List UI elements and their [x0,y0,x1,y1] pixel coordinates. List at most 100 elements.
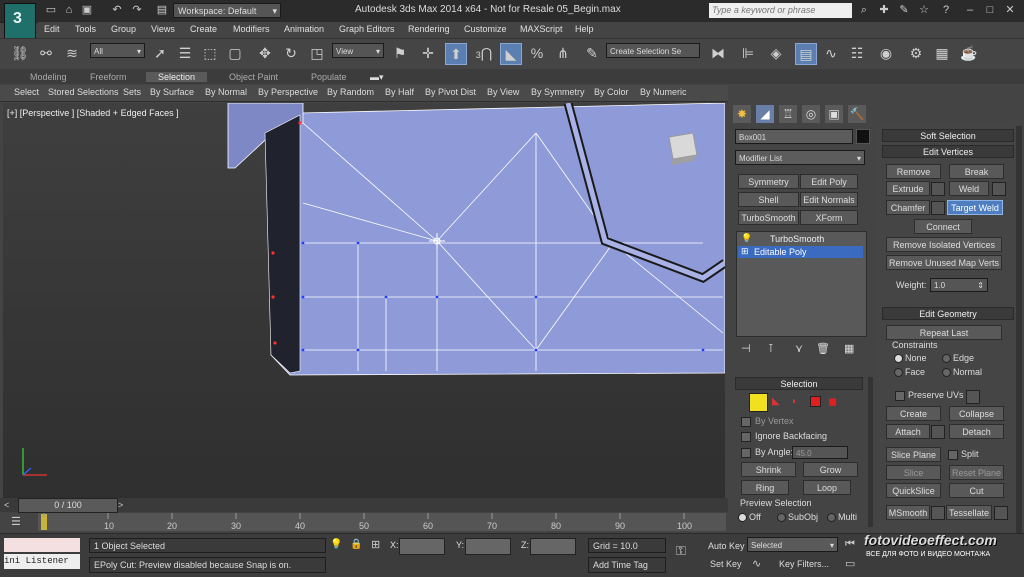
render-setup-icon[interactable]: ⚙ [906,43,926,63]
auto-key-button[interactable]: Auto Key [708,541,745,551]
create-tab-icon[interactable]: ✸ [733,105,751,123]
object-name-field[interactable]: Box001 [735,129,853,144]
edit-normals-modifier-button[interactable]: Edit Normals [800,192,858,207]
modify-tab-icon[interactable]: ◢ [756,105,774,123]
expand-icon[interactable]: ⊞ [741,246,749,257]
preview-off-radio[interactable] [738,513,747,522]
ribbon-by-normal[interactable]: By Normal [205,87,247,97]
menu-customize[interactable]: Customize [464,24,507,34]
maximize-icon[interactable]: □ [983,3,997,17]
constraint-normal-radio[interactable] [942,368,951,377]
symmetry-modifier-button[interactable]: Symmetry [738,174,799,189]
viewcube-icon[interactable] [668,132,698,165]
key-filters-button[interactable]: Key Filters... [779,559,829,569]
remove-isolated-vertices-button[interactable]: Remove Isolated Vertices [886,237,1002,252]
save-file-icon[interactable]: ▣ [80,3,94,17]
element-mode-icon[interactable]: ◼ [828,395,837,408]
ribbon-by-pivot-dist[interactable]: By Pivot Dist [425,87,476,97]
communication-center-icon[interactable]: ✎ [897,3,911,17]
time-slider-next-icon[interactable]: > [118,500,123,510]
menu-rendering[interactable]: Rendering [408,24,450,34]
slice-button[interactable]: Slice [886,465,941,480]
remove-unused-map-verts-button[interactable]: Remove Unused Map Verts [886,255,1002,270]
menu-views[interactable]: Views [151,24,175,34]
maxscript-listener-input[interactable]: ini Listener [4,554,80,569]
key-mode-dropdown[interactable]: Selected ▾ [747,537,838,552]
menu-animation[interactable]: Animation [284,24,324,34]
x-coordinate-field[interactable] [399,538,445,555]
shell-modifier-button[interactable]: Shell [738,192,799,207]
pin-stack-icon[interactable]: ⊣ [741,342,751,355]
edge-mode-icon[interactable]: ◣ [772,396,780,407]
constraint-face-radio[interactable] [894,368,903,377]
subscription-icon[interactable]: ✚ [877,3,891,17]
preview-multi-radio[interactable] [827,513,836,522]
preserve-uvs-settings-icon[interactable] [966,390,980,404]
move-icon[interactable]: ✥ [255,43,275,63]
key-icon[interactable]: ⚿ [676,543,686,559]
menu-edit[interactable]: Edit [44,24,60,34]
ring-button[interactable]: Ring [741,480,789,495]
viewport-label[interactable]: [+] [Perspective ] [Shaded + Edged Faces… [7,108,179,118]
ribbon-sets[interactable]: Sets [123,87,141,97]
menu-group[interactable]: Group [111,24,136,34]
edit-named-selection-icon[interactable]: ✎ [582,43,602,63]
configure-modifier-sets-icon[interactable]: ▦ [844,342,854,355]
menu-modifiers[interactable]: Modifiers [233,24,270,34]
tab-object-paint[interactable]: Object Paint [229,72,278,82]
slice-plane-button[interactable]: Slice Plane [886,447,941,462]
favorites-icon[interactable]: ☆ [917,3,931,17]
new-file-icon[interactable]: ▭ [44,3,58,17]
vertex-mode-icon[interactable] [749,393,768,412]
constraint-edge-radio[interactable] [942,354,951,363]
attach-list-icon[interactable] [931,425,945,439]
help-icon[interactable]: ? [939,3,953,17]
edit-geometry-rollout-header[interactable]: Edit Geometry [882,307,1014,320]
msmooth-settings-icon[interactable] [931,506,945,520]
selection-filter-dropdown[interactable]: All ▾ [90,43,145,58]
z-coordinate-field[interactable] [530,538,576,555]
display-tab-icon[interactable]: ▣ [825,105,843,123]
angle-snap-icon[interactable]: ◣ [500,43,522,65]
undo-icon[interactable]: ↶ [110,3,124,17]
extrude-settings-icon[interactable] [931,182,945,196]
percent-snap-icon[interactable]: % [527,43,547,63]
chamfer-button[interactable]: Chamfer [886,200,930,215]
bind-space-warp-icon[interactable]: ≋ [62,43,82,63]
border-mode-icon[interactable]: ◗ [791,396,797,407]
add-time-tag[interactable]: Add Time Tag [588,557,666,573]
loop-button[interactable]: Loop [803,480,851,495]
target-weld-button[interactable]: Target Weld [947,200,1003,215]
tab-selection[interactable]: Selection [146,72,208,82]
unlink-icon[interactable]: ⚯ [36,43,56,63]
scale-icon[interactable]: ◳ [307,43,327,63]
open-file-icon[interactable]: ⌂ [62,3,76,17]
utilities-tab-icon[interactable]: 🔨 [848,105,866,123]
create-button[interactable]: Create [886,406,941,421]
scene-explorer-icon[interactable]: ▤ [795,43,817,65]
ribbon-by-symmetry[interactable]: By Symmetry [531,87,585,97]
lightbulb-icon[interactable]: 💡 [741,233,752,244]
weight-spinner[interactable]: 1.0 ⇕ [930,278,988,292]
split-checkbox[interactable] [948,450,958,460]
rectangular-selection-icon[interactable]: ⬚ [200,43,220,63]
command-panel-scrollbar[interactable] [868,377,873,527]
remove-modifier-icon[interactable]: 🗑 [816,342,830,355]
constraint-none-radio[interactable] [894,354,903,363]
edit-vertices-rollout-header[interactable]: Edit Vertices [882,145,1014,158]
tab-populate[interactable]: Populate [311,72,347,82]
edit-poly-modifier-button[interactable]: Edit Poly [800,174,858,189]
soft-selection-rollout-header[interactable]: Soft Selection [882,129,1014,142]
spinner-snap-icon[interactable]: ⋔ [553,43,573,63]
rendered-frame-window-icon[interactable]: ▦ [932,43,952,63]
maxscript-mini-listener[interactable] [4,538,80,552]
render-production-icon[interactable]: ☕ [959,43,979,63]
chamfer-settings-icon[interactable] [931,201,945,215]
reference-coordinate-dropdown[interactable]: View ▾ [332,43,384,58]
app-logo-button[interactable]: 3 [4,3,36,39]
xform-modifier-button[interactable]: XForm [800,210,858,225]
perspective-viewport[interactable] [3,103,725,498]
ribbon-by-perspective[interactable]: By Perspective [258,87,318,97]
polygon-mode-icon[interactable] [810,396,821,407]
ribbon-by-half[interactable]: By Half [385,87,414,97]
